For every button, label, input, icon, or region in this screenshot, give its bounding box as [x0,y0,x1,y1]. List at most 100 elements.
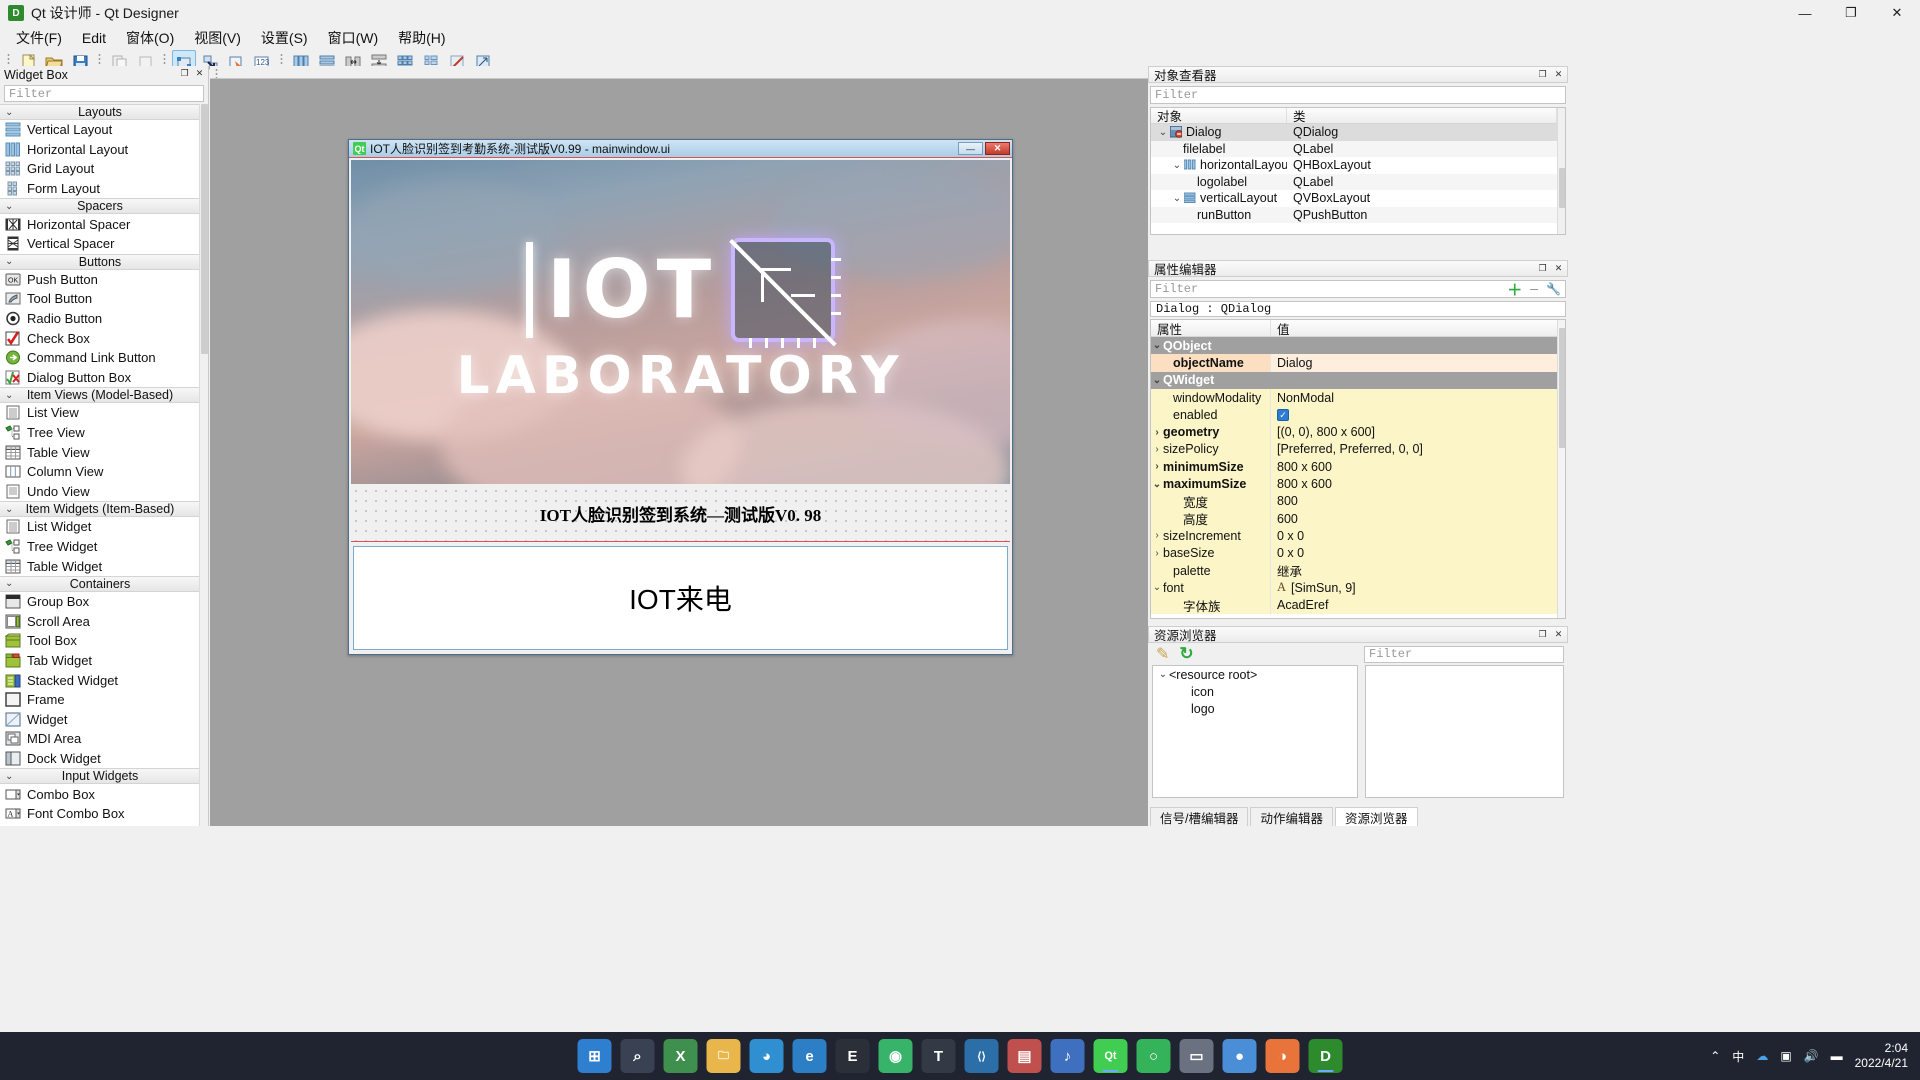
chevron-down-icon[interactable]: ⌄ [1171,160,1183,171]
property-value[interactable]: A[SimSun, 9] [1271,579,1559,596]
edge-icon[interactable]: e [793,1039,827,1073]
widget-group-spacers[interactable]: ⌄Spacers [0,198,200,214]
menu-file[interactable]: 文件(F) [6,25,72,51]
chevron-right-icon[interactable]: › [1151,461,1163,472]
chevron-right-icon[interactable]: › [1151,530,1163,541]
chevron-right-icon[interactable]: › [1151,427,1163,438]
widget-item-stacked-widget[interactable]: Stacked Widget [0,670,200,690]
widget-item-table-view[interactable]: Table View [0,442,200,462]
property-editor-close-button[interactable]: ✕ [1553,263,1564,274]
chevron-right-icon[interactable]: › [1151,548,1163,559]
property-value[interactable]: NonModal [1271,389,1559,406]
widget-item-font-combo-box[interactable]: AFont Combo Box [0,804,200,824]
widget-item-scroll-area[interactable]: Scroll Area [0,611,200,631]
logolabel[interactable]: IOT [351,160,1010,484]
object-tree-col-object[interactable]: 对象 [1151,108,1287,123]
xmind-icon[interactable]: X [664,1039,698,1073]
chevron-down-icon[interactable]: ⌄ [1157,127,1169,138]
active-app-icon[interactable]: D [1309,1039,1343,1073]
object-tree-row-verticalLayout[interactable]: ⌄verticalLayoutQVBoxLayout [1151,190,1565,207]
menu-edit[interactable]: Edit [72,27,116,49]
configure-property-button[interactable]: 🔧 [1546,282,1561,297]
object-tree-row-runButton[interactable]: runButtonQPushButton [1151,207,1565,224]
resource-row-logo[interactable]: logo [1153,700,1357,717]
widget-group-item-views-model-based[interactable]: ⌄Item Views (Model-Based) [0,387,200,403]
widget-item-group-box[interactable]: Group Box [0,592,200,612]
property-value[interactable]: 800 [1271,493,1559,510]
property-row-geometry[interactable]: ›geometry[(0, 0), 800 x 600] [1151,423,1565,440]
minimize-button[interactable]: — [1782,0,1828,26]
widget-item-list-widget[interactable]: List Widget [0,517,200,537]
property-value[interactable]: AcadEref [1271,596,1559,613]
widget-group-layouts[interactable]: ⌄Layouts [0,104,200,120]
widget-item-tab-widget[interactable]: Tab Widget [0,651,200,671]
terminal-green-icon[interactable]: ○ [1137,1039,1171,1073]
widget-item-vertical-layout[interactable]: Vertical Layout [0,120,200,140]
widget-item-dock-widget[interactable]: Dock Widget [0,749,200,769]
widget-group-containers[interactable]: ⌄Containers [0,576,200,592]
object-inspector-filter[interactable]: Filter [1150,86,1566,104]
object-tree-row-Dialog[interactable]: ⌄DialogQDialog [1151,124,1565,141]
object-tree-row-filelabel[interactable]: filelabelQLabel [1151,141,1565,158]
widget-box-close-button[interactable]: ✕ [194,68,205,79]
menu-view[interactable]: 视图(V) [184,25,251,51]
property-row-enabled[interactable]: enabled✓ [1151,406,1565,423]
typora-icon[interactable]: T [922,1039,956,1073]
property-scroll-thumb[interactable] [1559,328,1565,448]
widget-group-item-widgets-item-based[interactable]: ⌄Item Widgets (Item-Based) [0,501,200,517]
widget-box-scrollbar[interactable] [199,104,208,826]
object-inspector-float-button[interactable]: ❐ [1537,69,1548,80]
property-value[interactable]: 0 x 0 [1271,527,1559,544]
remove-property-button[interactable]: — [1530,282,1538,297]
menu-window[interactable]: 窗口(W) [318,25,389,51]
browser-icon[interactable]: ◕ [750,1039,784,1073]
widget-item-radio-button[interactable]: Radio Button [0,309,200,329]
property-row-QWidget[interactable]: ⌄QWidget [1151,372,1565,389]
chevron-down-icon[interactable]: ⌄ [1157,669,1169,680]
window-icon[interactable]: ▭ [1180,1039,1214,1073]
property-value[interactable]: Dialog [1271,354,1559,371]
start-button[interactable]: ⊞ [578,1039,612,1073]
bottom-tab-2[interactable]: 资源浏览器 [1335,807,1418,826]
property-row-minimumSize[interactable]: ›minimumSize800 x 600 [1151,458,1565,475]
chrome-icon[interactable]: ● [1223,1039,1257,1073]
edit-resources-button[interactable]: ✎ [1156,644,1169,664]
object-tree-scroll-thumb[interactable] [1559,168,1565,208]
vscode-icon[interactable]: ⟨⟩ [965,1039,999,1073]
clock[interactable]: 2:04 2022/4/21 [1855,1041,1908,1071]
property-value[interactable]: [(0, 0), 800 x 600] [1271,423,1559,440]
reload-resources-button[interactable]: ↻ [1179,644,1193,664]
epic-games-icon[interactable]: E [836,1039,870,1073]
property-editor-float-button[interactable]: ❐ [1537,263,1548,274]
property-row-windowModality[interactable]: windowModalityNonModal [1151,389,1565,406]
file-explorer-icon[interactable]: 🗀 [707,1039,741,1073]
maximize-button[interactable]: ❐ [1828,0,1874,26]
chart-app-icon[interactable]: ▤ [1008,1039,1042,1073]
widget-item-dialog-button-box[interactable]: Dialog Button Box [0,368,200,388]
chevron-down-icon[interactable]: ⌄ [1171,193,1183,204]
firefox-icon[interactable]: ◑ [1266,1039,1300,1073]
tray-chevron-up-icon[interactable]: ⌃ [1710,1049,1720,1063]
widget-item-combo-box[interactable]: Combo Box [0,784,200,804]
bottom-tab-1[interactable]: 动作编辑器 [1250,807,1333,826]
widget-item-column-view[interactable]: Column View [0,462,200,482]
property-row-高度[interactable]: 高度600 [1151,510,1565,527]
design-canvas[interactable]: Qt IOT人脸识别签到考勤系统-测试版V0.99 - mainwindow.u… [210,66,1148,826]
search-icon[interactable]: ⌕ [621,1039,655,1073]
property-row-font[interactable]: ⌄fontA[SimSun, 9] [1151,579,1565,596]
bottom-tab-0[interactable]: 信号/槽编辑器 [1150,807,1248,826]
property-table[interactable]: 属性 值 ⌄QObjectobjectNameDialog⌄QWidgetwin… [1150,319,1566,619]
widget-item-command-link-button[interactable]: Command Link Button [0,348,200,368]
widget-item-tree-view[interactable]: Tree View [0,423,200,443]
object-tree[interactable]: 对象 类 ⌄DialogQDialogfilelabelQLabel⌄horiz… [1150,107,1566,235]
resource-preview[interactable] [1365,665,1564,798]
widget-box-filter[interactable]: Filter [4,85,204,102]
property-value[interactable]: [Preferred, Preferred, 0, 0] [1271,441,1559,458]
ime-indicator[interactable]: 中 [1732,1048,1744,1065]
widget-item-undo-view[interactable]: Undo View [0,482,200,502]
property-row-QObject[interactable]: ⌄QObject [1151,337,1565,354]
widget-item-list-view[interactable]: List View [0,403,200,423]
filelabel[interactable]: IOT人脸识别签到系统—测试版V0. 98 [351,486,1010,542]
resource-row--resource-root-[interactable]: ⌄<resource root> [1153,666,1357,683]
property-value[interactable]: 800 x 600 [1271,458,1559,475]
